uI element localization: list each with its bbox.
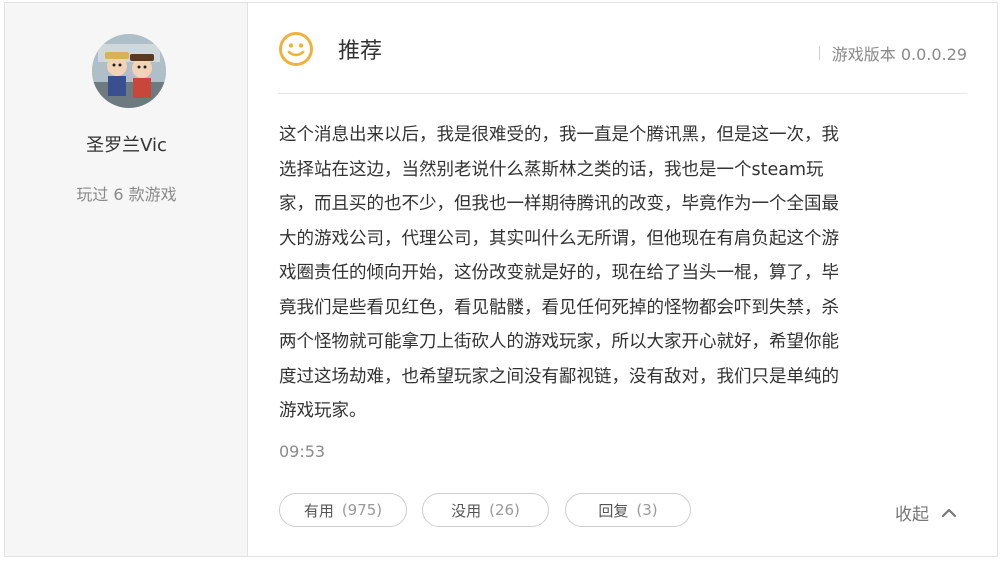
review-panel: 推荐 游戏版本 0.0.0.29 这个消息出来以后，我是很难受的，我一直是个腾讯… <box>248 3 997 556</box>
header-divider <box>278 93 967 94</box>
useless-button[interactable]: 没用 (26) <box>422 493 549 527</box>
chevron-up-icon <box>941 508 957 517</box>
collapse-label: 收起 <box>895 505 929 525</box>
collapse-button[interactable]: 收起 <box>895 500 957 525</box>
useless-count: (26) <box>489 501 520 519</box>
username[interactable]: 圣罗兰Vic <box>5 131 248 157</box>
version-text: 游戏版本 0.0.0.29 <box>831 45 967 64</box>
version-separator <box>818 46 820 60</box>
review-card: 圣罗兰Vic 玩过 6 款游戏 推荐 游戏版本 0.0.0.29 这个消息出来以… <box>4 2 998 557</box>
reply-button[interactable]: 回复 (3) <box>565 493 691 527</box>
avatar[interactable] <box>92 34 166 108</box>
reply-label: 回复 <box>598 501 629 520</box>
review-content: 这个消息出来以后，我是很难受的，我一直是个腾讯黑，但是这一次，我 选择站在这边，… <box>279 125 839 421</box>
smile-icon <box>279 32 313 66</box>
useful-button[interactable]: 有用 (975) <box>279 493 407 527</box>
useful-label: 有用 <box>303 501 334 520</box>
useful-count: (975) <box>341 501 383 519</box>
games-played-count: 玩过 6 款游戏 <box>76 185 177 204</box>
reply-count: (3) <box>636 501 658 519</box>
useless-label: 没用 <box>451 501 482 520</box>
recommend-label: 推荐 <box>338 39 383 64</box>
user-panel: 圣罗兰Vic 玩过 6 款游戏 <box>5 3 248 556</box>
review-time: 09:53 <box>279 442 326 461</box>
game-version: 游戏版本 0.0.0.29 <box>818 41 967 65</box>
